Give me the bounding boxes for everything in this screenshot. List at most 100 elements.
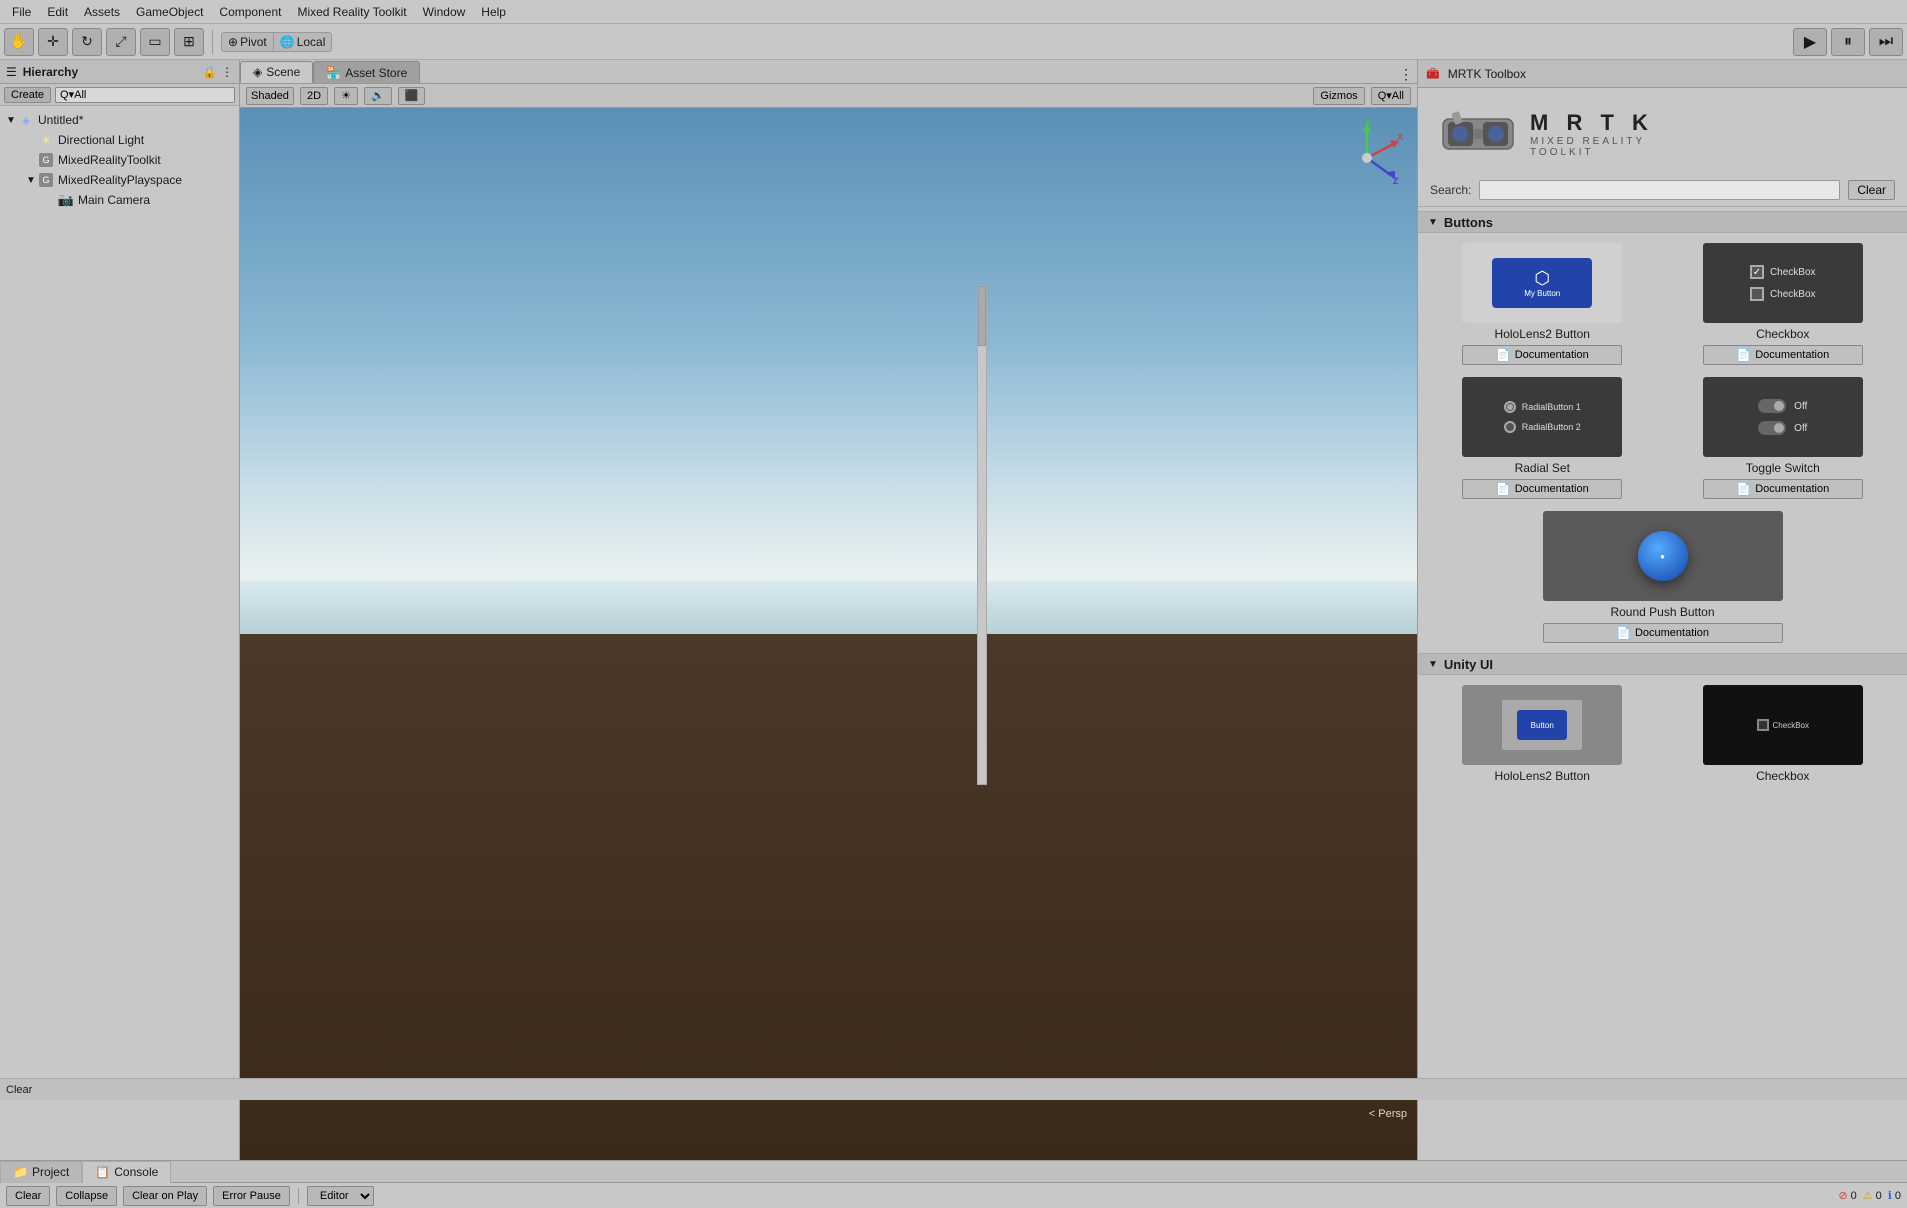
rect-tool-btn[interactable]: ▭ (140, 28, 170, 56)
section-header-unity-ui[interactable]: ▼ Unity UI (1418, 653, 1907, 675)
move-tool-btn[interactable]: ✛ (38, 28, 68, 56)
gizmos-filter[interactable]: Q▾All (1371, 87, 1411, 105)
radial-text2: RadialButton 2 (1522, 422, 1581, 432)
menu-file[interactable]: File (4, 3, 39, 21)
pivot-label: Pivot (240, 35, 267, 49)
mrtk-panel: 🧰 MRTK Toolbox M R T K (1417, 60, 1907, 1160)
radial-row1: RadialButton 1 (1504, 401, 1581, 413)
shaded-select[interactable]: Shaded (246, 87, 294, 105)
effects-btn[interactable]: ⬛ (398, 87, 426, 105)
toolbox-item-unity-cb: CheckBox Checkbox (1669, 685, 1898, 783)
camera-icon: 📷 (58, 192, 74, 208)
mrtk-content[interactable]: ▼ Buttons ⬡ My Button HoloLens2 Button (1418, 207, 1907, 1160)
menu-mrtk[interactable]: Mixed Reality Toolkit (289, 3, 414, 21)
doc-icon-cb: 📄 (1736, 348, 1751, 362)
lighting-btn[interactable]: ☀ (334, 87, 358, 105)
scale-tool-btn[interactable]: ⤢ (106, 28, 136, 56)
console-collapse-btn[interactable]: Collapse (56, 1186, 117, 1206)
checkbox-preview[interactable]: ✓ CheckBox CheckBox (1703, 243, 1863, 323)
console-clear-on-play-btn[interactable]: Clear on Play (123, 1186, 207, 1206)
tree-item-mrtkplayspace[interactable]: ▼ G MixedRealityPlayspace (0, 170, 239, 190)
section-header-buttons[interactable]: ▼ Buttons (1418, 211, 1907, 233)
pause-btn[interactable]: ⏸ (1831, 28, 1865, 56)
step-btn[interactable]: ⏭ (1869, 28, 1903, 56)
pivot-local-group: ⊕ Pivot 🌐 Local (221, 32, 332, 52)
unity-cb-preview[interactable]: CheckBox (1703, 685, 1863, 765)
holodlens2-preview[interactable]: ⬡ My Button (1462, 243, 1622, 323)
roundpush-doc-btn[interactable]: 📄 Documentation (1543, 623, 1783, 643)
viewport-menu-icon[interactable]: ⋮ (1399, 66, 1413, 83)
hand-tool-btn[interactable]: ✋ (4, 28, 34, 56)
scene-gizmo[interactable]: Y X Z (1327, 118, 1407, 198)
section-title-buttons: Buttons (1444, 215, 1493, 230)
mrtk-search-input[interactable] (1479, 180, 1840, 200)
console-error-pause-btn[interactable]: Error Pause (213, 1186, 290, 1206)
lock-icon[interactable]: 🔒 (202, 65, 217, 79)
unity-btn-preview[interactable]: Button (1462, 685, 1622, 765)
hierarchy-toolbar: Create (0, 84, 239, 106)
unity-btn-label: Button (1531, 721, 1554, 730)
scene-tab-label: Scene (266, 65, 300, 79)
toggle-preview[interactable]: Off Off (1703, 377, 1863, 457)
mrtk-scrollbar-track[interactable] (977, 285, 987, 785)
play-btn[interactable]: ▶ (1793, 28, 1827, 56)
round-btn-mock: ● (1638, 531, 1688, 581)
gizmos-btn[interactable]: Gizmos (1313, 87, 1364, 105)
search-label: Search: (1430, 183, 1471, 197)
toolbox-item-roundpush: ● Round Push Button 📄 Documentation (1428, 511, 1897, 643)
menu-edit[interactable]: Edit (39, 3, 76, 21)
pivot-btn[interactable]: ⊕ Pivot (221, 32, 273, 52)
toolbox-item-radial: RadialButton 1 RadialButton 2 Radial Set… (1428, 377, 1657, 499)
scene-viewport[interactable]: Y X Z < Persp (240, 108, 1417, 1160)
doc-icon-hl: 📄 (1496, 348, 1511, 362)
menu-window[interactable]: Window (415, 3, 474, 21)
tree-item-main-camera[interactable]: 📷 Main Camera (0, 190, 239, 210)
custom-tool-btn[interactable]: ⊞ (174, 28, 204, 56)
radial-mock: RadialButton 1 RadialButton 2 (1504, 401, 1581, 433)
console-sep (298, 1188, 299, 1204)
checkbox-doc-btn[interactable]: 📄 Documentation (1703, 345, 1863, 365)
console-clear-btn[interactable]: Clear (6, 1186, 50, 1206)
local-btn[interactable]: 🌐 Local (273, 32, 333, 52)
rotate-tool-btn[interactable]: ↻ (72, 28, 102, 56)
tab-asset-store[interactable]: 🏪 Asset Store (313, 61, 420, 83)
menu-assets[interactable]: Assets (76, 3, 128, 21)
console-editor-select[interactable]: Editor (307, 1186, 374, 1206)
menu-gameobject[interactable]: GameObject (128, 3, 211, 21)
tab-project[interactable]: 📁 Project (0, 1161, 82, 1183)
hierarchy-menu-icon[interactable]: ⋮ (221, 65, 233, 79)
menu-help[interactable]: Help (473, 3, 514, 21)
svg-text:Z: Z (1393, 176, 1399, 186)
toggle-thumb1 (1774, 401, 1784, 411)
tab-scene[interactable]: ◈ Scene (240, 61, 313, 83)
holodlens2-doc-btn[interactable]: 📄 Documentation (1462, 345, 1622, 365)
tree-item-mrtk[interactable]: G MixedRealityToolkit (0, 150, 239, 170)
tree-item-untitled[interactable]: ▼ ◈ Untitled* (0, 110, 239, 130)
status-clear-label[interactable]: Clear (6, 1084, 32, 1096)
unity-cb-mock: CheckBox (1749, 711, 1817, 739)
bottom-panels: 📁 Project 📋 Console (0, 1160, 1907, 1182)
radial-doc-btn[interactable]: 📄 Documentation (1462, 479, 1622, 499)
mrtk-clear-btn[interactable]: Clear (1848, 180, 1895, 200)
mrtk-title-group: M R T K MIXED REALITY TOOLKIT (1530, 110, 1654, 158)
radial-preview[interactable]: RadialButton 1 RadialButton 2 (1462, 377, 1622, 457)
mrtk-scrollbar-thumb[interactable] (978, 286, 986, 346)
2d-btn[interactable]: 2D (300, 87, 328, 105)
buttons-grid: ⬡ My Button HoloLens2 Button 📄 Documenta… (1428, 243, 1897, 643)
hl-btn-mock: ⬡ My Button (1492, 258, 1592, 308)
unity-btn-inner: Button (1517, 710, 1567, 740)
unity-cb-text1: CheckBox (1773, 721, 1809, 730)
asset-tab-label: Asset Store (345, 66, 407, 80)
cb-box2 (1750, 287, 1764, 301)
radial-row2: RadialButton 2 (1504, 421, 1581, 433)
create-btn[interactable]: Create (4, 87, 51, 103)
toggle-doc-btn[interactable]: 📄 Documentation (1703, 479, 1863, 499)
info-count: 0 (1895, 1190, 1901, 1202)
hierarchy-search[interactable] (55, 87, 235, 103)
tree-item-directional-light[interactable]: ☀ Directional Light (0, 130, 239, 150)
hierarchy-header: ☰ Hierarchy 🔒 ⋮ (0, 60, 239, 84)
menu-component[interactable]: Component (211, 3, 289, 21)
roundpush-preview[interactable]: ● (1543, 511, 1783, 601)
audio-btn[interactable]: 🔊 (364, 87, 392, 105)
tab-console[interactable]: 📋 Console (82, 1161, 171, 1183)
